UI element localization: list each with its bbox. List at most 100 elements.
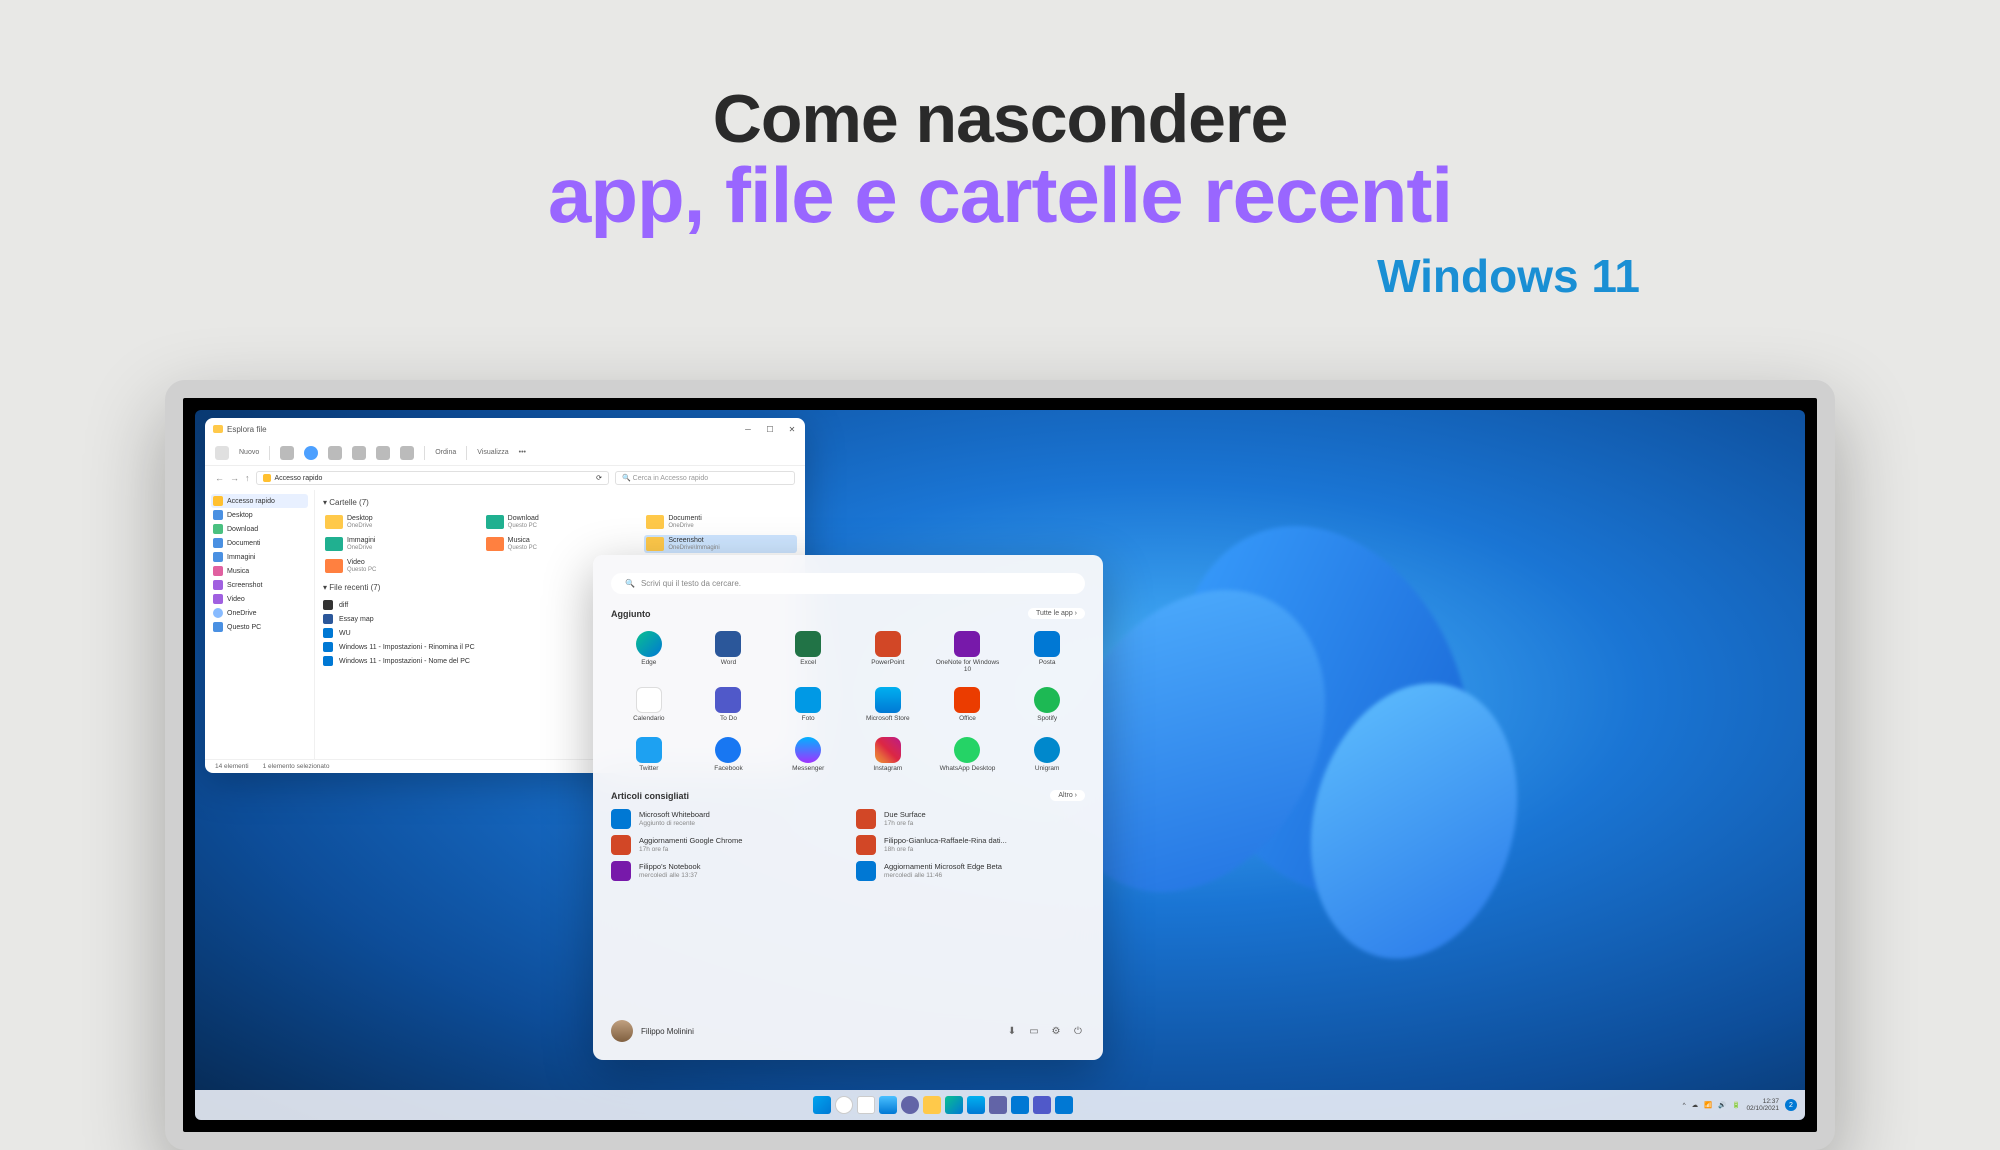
pinned-app[interactable]: Office — [930, 683, 1006, 727]
pinned-app[interactable]: OneNote for Windows 10 — [930, 627, 1006, 677]
pinned-app[interactable]: Facebook — [691, 733, 767, 777]
file-icon — [323, 600, 333, 610]
back-button[interactable]: ← — [215, 473, 224, 483]
breadcrumb[interactable]: Accesso rapido ⟳ — [256, 471, 610, 485]
pinned-app[interactable]: Word — [691, 627, 767, 677]
recommended-item[interactable]: Filippo's Notebookmercoledì alle 13:37 — [611, 861, 840, 881]
sidebar-item[interactable]: Screenshot — [211, 578, 308, 592]
battery-icon[interactable]: 🔋 — [1732, 1101, 1740, 1109]
taskbar-search-icon[interactable] — [835, 1096, 853, 1114]
settings-icon[interactable]: ⚙ — [1049, 1024, 1063, 1038]
paste-icon[interactable] — [328, 446, 342, 460]
rename-icon[interactable] — [352, 446, 366, 460]
pinned-app[interactable]: Microsoft Store — [850, 683, 926, 727]
more-button[interactable]: ••• — [519, 449, 526, 456]
folder-item[interactable]: DownloadQuesto PC — [484, 513, 637, 531]
power-icon[interactable]: ⏻ — [1071, 1024, 1085, 1038]
sidebar-item[interactable]: Video — [211, 592, 308, 606]
minimize-button[interactable]: ─ — [743, 424, 753, 434]
onedrive-tray-icon[interactable]: ☁ — [1692, 1101, 1699, 1109]
sidebar-item[interactable]: Immagini — [211, 550, 308, 564]
folders-header[interactable]: ▾ Cartelle (7) — [323, 498, 797, 507]
pinned-app[interactable]: Unigram — [1009, 733, 1085, 777]
more-button[interactable]: Altro › — [1050, 790, 1085, 801]
recommended-item[interactable]: Microsoft WhiteboardAggiunto di recente — [611, 809, 840, 829]
sidebar-item[interactable]: Documenti — [211, 536, 308, 550]
pinned-app[interactable]: Calendario — [611, 683, 687, 727]
app-icon — [1034, 737, 1060, 763]
breadcrumb-text: Accesso rapido — [275, 475, 323, 482]
recommended-item[interactable]: Due Surface17h ore fa — [856, 809, 1085, 829]
explorer-icon[interactable] — [923, 1096, 941, 1114]
share-icon[interactable] — [376, 446, 390, 460]
chevron-up-icon[interactable]: ^ — [1683, 1102, 1686, 1109]
system-tray[interactable]: ^ ☁ 📶 🔊 🔋 12:37 02/10/2021 2 — [1683, 1098, 1797, 1112]
download-icon[interactable]: ⬇ — [1005, 1024, 1019, 1038]
forward-button[interactable]: → — [230, 473, 239, 483]
app-icon — [715, 687, 741, 713]
pinned-app[interactable]: WhatsApp Desktop — [930, 733, 1006, 777]
explorer-titlebar[interactable]: Esplora file ─ ☐ ✕ — [205, 418, 805, 440]
close-button[interactable]: ✕ — [787, 424, 797, 434]
todo-icon[interactable] — [1033, 1096, 1051, 1114]
view-label[interactable]: Visualizza — [477, 449, 508, 456]
pinned-app[interactable]: Foto — [770, 683, 846, 727]
sidebar-item[interactable]: Accesso rapido — [211, 494, 308, 508]
pinned-label: Aggiunto — [611, 609, 651, 619]
refresh-icon[interactable]: ⟳ — [596, 474, 602, 482]
sidebar-item[interactable]: Download — [211, 522, 308, 536]
username[interactable]: Filippo Molinini — [641, 1027, 997, 1036]
folder-item[interactable]: DesktopOneDrive — [323, 513, 476, 531]
copy-icon[interactable] — [304, 446, 318, 460]
sidebar-item[interactable]: Musica — [211, 564, 308, 578]
folder-item[interactable]: DocumentiOneDrive — [644, 513, 797, 531]
task-view-icon[interactable] — [857, 1096, 875, 1114]
folder-icon — [646, 537, 664, 551]
avatar[interactable] — [611, 1020, 633, 1042]
clock[interactable]: 12:37 02/10/2021 — [1746, 1098, 1779, 1112]
folder-item[interactable]: MusicaQuesto PC — [484, 535, 637, 553]
notification-badge[interactable]: 2 — [1785, 1099, 1797, 1111]
folder-item[interactable]: VideoQuesto PC — [323, 557, 476, 575]
recommended-item[interactable]: Aggiornamenti Google Chrome17h ore fa — [611, 835, 840, 855]
widgets-icon[interactable] — [879, 1096, 897, 1114]
pinned-app[interactable]: Twitter — [611, 733, 687, 777]
new-button[interactable] — [215, 446, 229, 460]
pinned-app[interactable]: Messenger — [770, 733, 846, 777]
selection-count: 1 elemento selezionato — [263, 763, 330, 770]
explorer-search-input[interactable]: 🔍 Cerca in Accesso rapido — [615, 471, 795, 485]
app-icon — [795, 631, 821, 657]
teams-icon[interactable] — [989, 1096, 1007, 1114]
edge-icon[interactable] — [945, 1096, 963, 1114]
maximize-button[interactable]: ☐ — [765, 424, 775, 434]
all-apps-button[interactable]: Tutte le app › — [1028, 608, 1085, 619]
mail-icon[interactable] — [1011, 1096, 1029, 1114]
start-search-input[interactable]: 🔍 Scrivi qui il testo da cercare. — [611, 573, 1085, 594]
recommended-item[interactable]: Filippo-Gianluca-Raffaele-Rina dati...18… — [856, 835, 1085, 855]
sidebar-item[interactable]: Questo PC — [211, 620, 308, 634]
volume-icon[interactable]: 🔊 — [1718, 1101, 1726, 1109]
sidebar-item[interactable]: Desktop — [211, 508, 308, 522]
sidebar-item[interactable]: OneDrive — [211, 606, 308, 620]
app-icon — [795, 687, 821, 713]
cut-icon[interactable] — [280, 446, 294, 460]
pinned-app[interactable]: Edge — [611, 627, 687, 677]
pinned-app[interactable]: Spotify — [1009, 683, 1085, 727]
delete-icon[interactable] — [400, 446, 414, 460]
app-icon[interactable] — [1055, 1096, 1073, 1114]
pinned-app[interactable]: PowerPoint — [850, 627, 926, 677]
store-icon[interactable] — [967, 1096, 985, 1114]
folder-item[interactable]: ScreenshotOneDrive\Immagini — [644, 535, 797, 553]
up-button[interactable]: ↑ — [245, 473, 250, 483]
pinned-app[interactable]: To Do — [691, 683, 767, 727]
chat-icon[interactable] — [901, 1096, 919, 1114]
pinned-app[interactable]: Excel — [770, 627, 846, 677]
recommended-item[interactable]: Aggiornamenti Microsoft Edge Betamercole… — [856, 861, 1085, 881]
wifi-icon[interactable]: 📶 — [1704, 1101, 1712, 1109]
start-button[interactable] — [813, 1096, 831, 1114]
pinned-app[interactable]: Posta — [1009, 627, 1085, 677]
folder-item[interactable]: ImmaginiOneDrive — [323, 535, 476, 553]
folder-icon[interactable]: ▭ — [1027, 1024, 1041, 1038]
sort-label[interactable]: Ordina — [435, 449, 456, 456]
pinned-app[interactable]: Instagram — [850, 733, 926, 777]
